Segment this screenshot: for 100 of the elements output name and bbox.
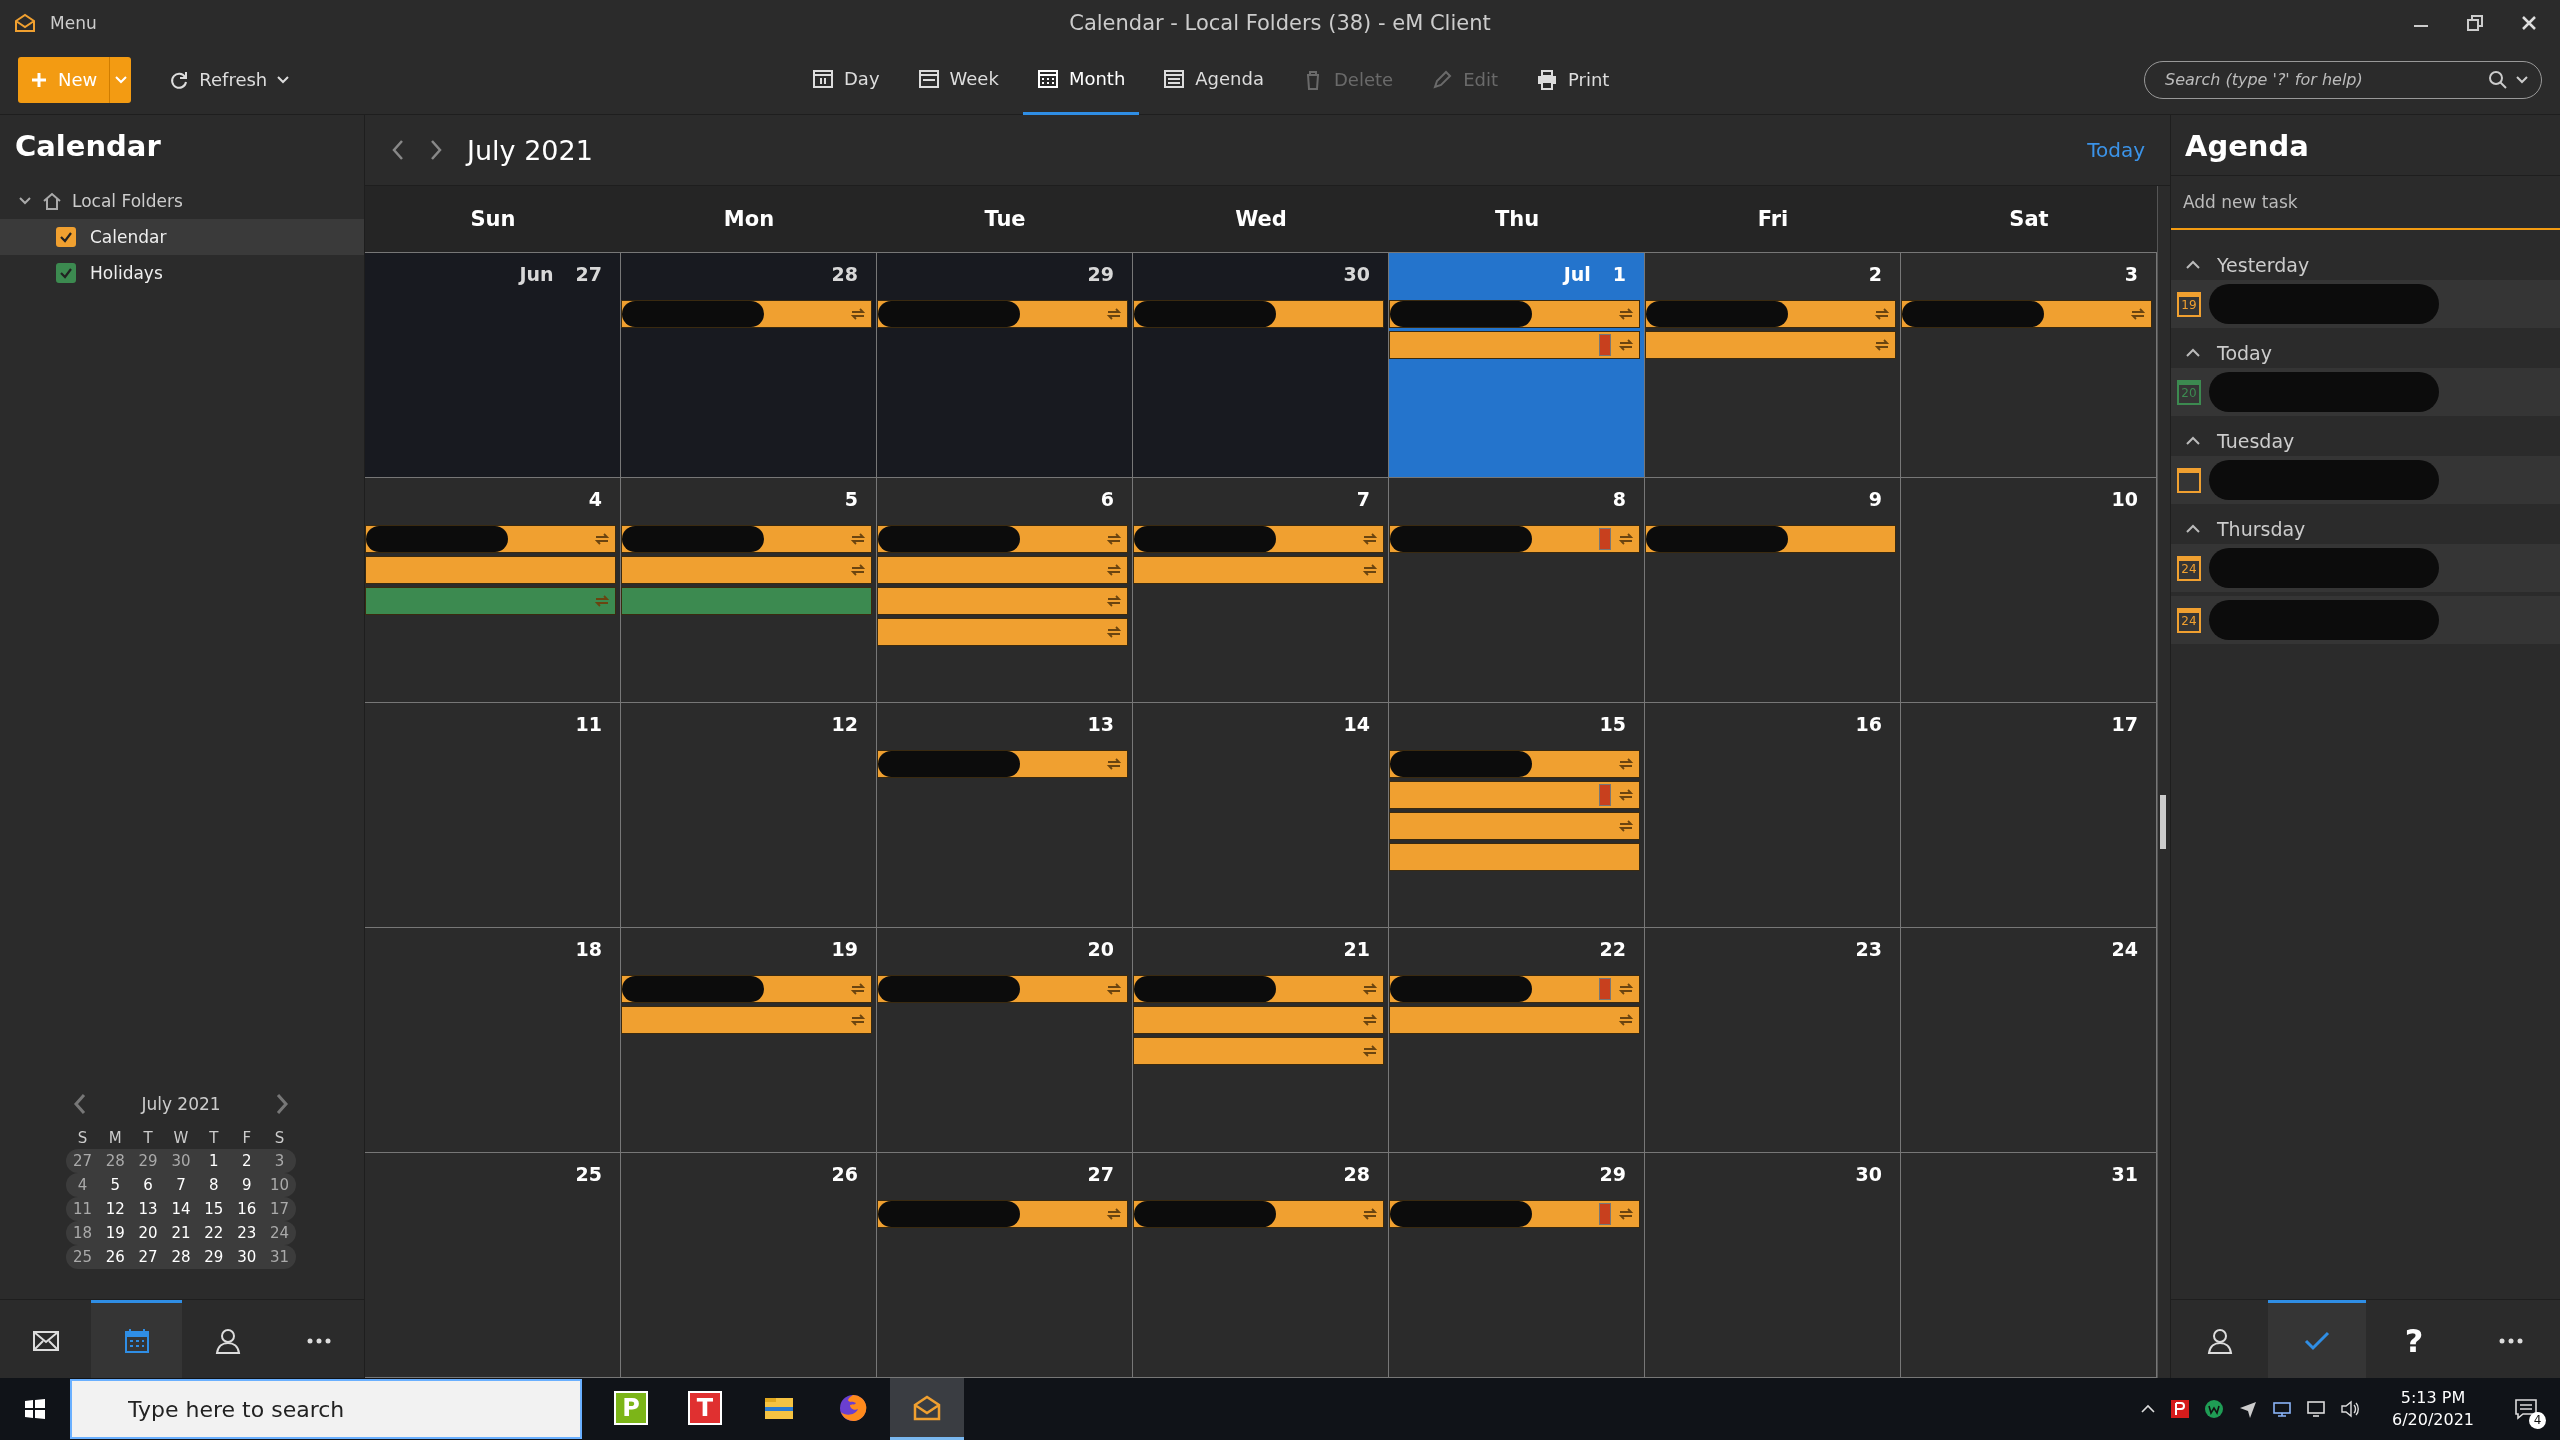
event-bar[interactable] bbox=[1389, 843, 1640, 871]
day-number[interactable]: 30 bbox=[164, 1149, 198, 1173]
help-button[interactable]: ? bbox=[2365, 1300, 2463, 1378]
day-number[interactable]: 14 bbox=[164, 1197, 198, 1221]
day-number[interactable]: 7 bbox=[164, 1173, 198, 1197]
event-bar[interactable] bbox=[1389, 781, 1640, 809]
close-icon[interactable] bbox=[2520, 13, 2538, 32]
event-bar[interactable] bbox=[1901, 300, 2152, 328]
event-bar[interactable] bbox=[1645, 331, 1896, 359]
dropdown-button[interactable] bbox=[109, 56, 132, 103]
event-bar[interactable] bbox=[1133, 1200, 1384, 1228]
event-bar[interactable] bbox=[877, 750, 1128, 778]
day-number[interactable]: 4 bbox=[66, 1173, 99, 1197]
new-task-field[interactable]: Add new task bbox=[2171, 176, 2560, 230]
day-cell[interactable]: 10 bbox=[1901, 478, 2157, 703]
day-number[interactable]: 18 bbox=[66, 1221, 99, 1245]
event-bar[interactable] bbox=[621, 1006, 872, 1034]
event-bar[interactable] bbox=[1389, 812, 1640, 840]
day-number[interactable]: 20 bbox=[131, 1221, 165, 1245]
day-number[interactable]: 24 bbox=[263, 1221, 296, 1245]
day-number[interactable]: 28 bbox=[164, 1245, 198, 1269]
checkmark-button[interactable] bbox=[2268, 1300, 2366, 1378]
monitor-icon[interactable] bbox=[2305, 1399, 2326, 1419]
network-icon[interactable] bbox=[2271, 1399, 2292, 1419]
day-number[interactable]: 16 bbox=[230, 1197, 264, 1221]
day-cell[interactable]: 14 bbox=[1133, 703, 1389, 928]
event-bar[interactable] bbox=[877, 587, 1128, 615]
menu-button[interactable]: Menu bbox=[50, 12, 97, 33]
day-cell[interactable]: 21 bbox=[1133, 928, 1389, 1153]
day-cell[interactable]: 6 bbox=[877, 478, 1133, 703]
previous-icon[interactable] bbox=[391, 139, 405, 161]
windows-start-icon[interactable] bbox=[24, 1398, 46, 1420]
day-number[interactable]: 17 bbox=[263, 1197, 296, 1221]
view-tab[interactable]: Agenda bbox=[1149, 44, 1278, 115]
day-number[interactable]: 15 bbox=[197, 1197, 231, 1221]
day-cell[interactable]: 2 bbox=[1645, 253, 1901, 478]
search-field[interactable]: Search (type '?' for help) bbox=[2144, 60, 2542, 99]
day-number[interactable]: 31 bbox=[263, 1245, 296, 1269]
day-number[interactable]: 9 bbox=[230, 1173, 264, 1197]
event-bar[interactable] bbox=[1389, 975, 1640, 1003]
day-cell[interactable]: Jul 1 bbox=[1389, 253, 1645, 478]
day-number[interactable]: 19 bbox=[98, 1221, 132, 1245]
checkbox[interactable] bbox=[56, 263, 76, 283]
event-bar[interactable] bbox=[1133, 300, 1384, 328]
next-icon[interactable] bbox=[274, 1093, 290, 1115]
agenda-item[interactable]: 19 bbox=[2171, 280, 2560, 328]
chevron-up-icon[interactable] bbox=[2139, 1404, 2156, 1414]
event-bar[interactable] bbox=[365, 525, 616, 553]
day-number[interactable]: 29 bbox=[197, 1245, 231, 1269]
day-cell[interactable]: 30 bbox=[1133, 253, 1389, 478]
day-cell[interactable]: 27 bbox=[877, 1153, 1133, 1378]
day-cell[interactable]: 22 bbox=[1389, 928, 1645, 1153]
day-cell[interactable]: 5 bbox=[621, 478, 877, 703]
day-cell[interactable]: 8 bbox=[1389, 478, 1645, 703]
event-bar[interactable] bbox=[877, 556, 1128, 584]
event-bar[interactable] bbox=[1389, 1200, 1640, 1228]
event-bar[interactable] bbox=[1133, 1006, 1384, 1034]
notification-button[interactable]: 4 bbox=[2506, 1389, 2546, 1429]
event-bar[interactable] bbox=[365, 556, 616, 584]
event-bar[interactable] bbox=[1645, 525, 1896, 553]
day-number[interactable]: 12 bbox=[98, 1197, 132, 1221]
day-number[interactable]: 29 bbox=[131, 1149, 165, 1173]
event-bar[interactable] bbox=[621, 525, 872, 553]
clock[interactable]: 5:13 PM 6/20/2021 bbox=[2391, 1387, 2474, 1431]
day-number[interactable]: 11 bbox=[66, 1197, 99, 1221]
event-bar[interactable] bbox=[1389, 331, 1640, 359]
day-number[interactable]: 30 bbox=[230, 1245, 264, 1269]
day-cell[interactable]: 13 bbox=[877, 703, 1133, 928]
view-tab[interactable]: Week bbox=[903, 44, 1013, 115]
day-cell[interactable]: 28 bbox=[621, 253, 877, 478]
next-icon[interactable] bbox=[429, 139, 443, 161]
taskbar-app[interactable] bbox=[890, 1378, 964, 1440]
day-cell[interactable]: 12 bbox=[621, 703, 877, 928]
day-number[interactable]: 25 bbox=[66, 1245, 99, 1269]
speaker-icon[interactable] bbox=[2339, 1399, 2360, 1419]
group-header[interactable]: Today bbox=[2171, 332, 2560, 368]
event-bar[interactable] bbox=[877, 300, 1128, 328]
day-number[interactable]: 6 bbox=[131, 1173, 165, 1197]
event-bar[interactable] bbox=[877, 525, 1128, 553]
calendar-item[interactable]: Holidays bbox=[0, 255, 364, 291]
event-bar[interactable] bbox=[621, 556, 872, 584]
event-bar[interactable] bbox=[1133, 556, 1384, 584]
day-cell[interactable]: 15 bbox=[1389, 703, 1645, 928]
event-bar[interactable] bbox=[621, 975, 872, 1003]
scrollbar-thumb[interactable] bbox=[2160, 795, 2166, 849]
restore-icon[interactable] bbox=[2466, 13, 2484, 32]
day-number[interactable]: 3 bbox=[263, 1149, 296, 1173]
day-cell[interactable]: 26 bbox=[621, 1153, 877, 1378]
refresh-button[interactable]: Refresh bbox=[155, 44, 304, 115]
today-button[interactable]: Today bbox=[2087, 138, 2145, 162]
day-number[interactable]: 23 bbox=[230, 1221, 264, 1245]
day-number[interactable]: 27 bbox=[66, 1149, 99, 1173]
day-cell[interactable]: Jun 27 bbox=[365, 253, 621, 478]
day-cell[interactable]: 19 bbox=[621, 928, 877, 1153]
group-header[interactable]: Tuesday bbox=[2171, 420, 2560, 456]
calendar-button[interactable] bbox=[91, 1300, 182, 1378]
day-cell[interactable]: 25 bbox=[365, 1153, 621, 1378]
day-cell[interactable]: 23 bbox=[1645, 928, 1901, 1153]
agenda-item[interactable]: 24 bbox=[2171, 544, 2560, 592]
day-number[interactable]: 5 bbox=[98, 1173, 132, 1197]
